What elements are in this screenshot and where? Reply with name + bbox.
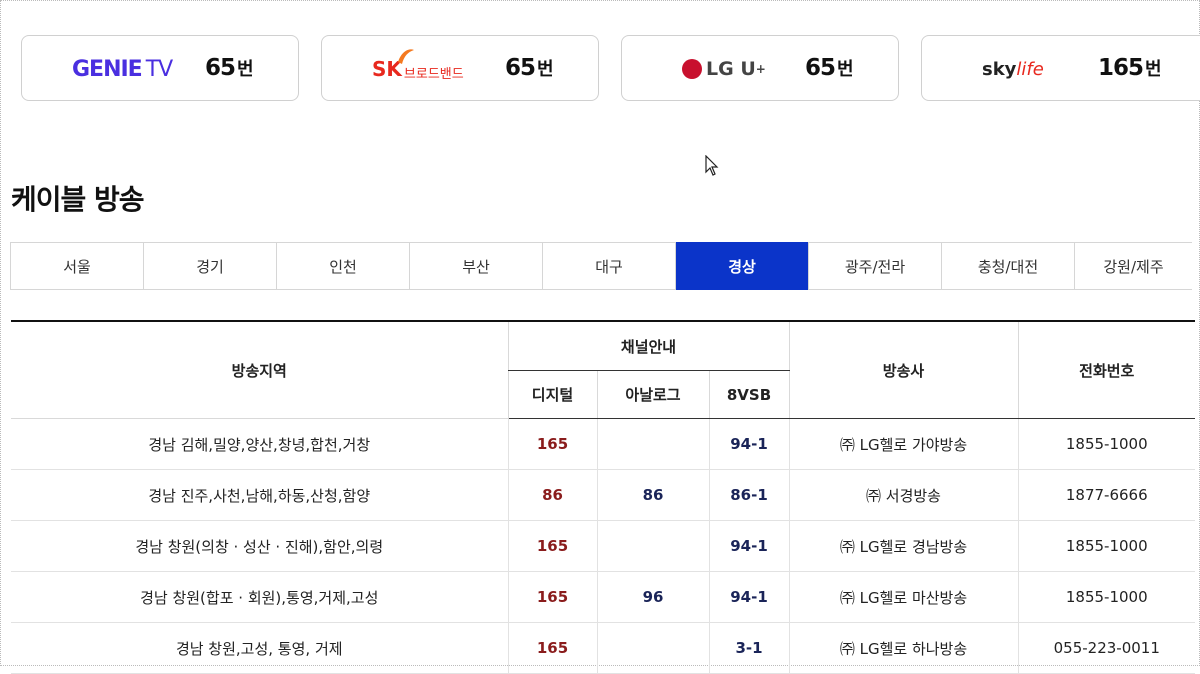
cell-digital: 165 [507, 520, 597, 572]
cell-broadcaster: ㈜ LG헬로 마산방송 [788, 571, 1018, 623]
channel-number: 65 [505, 55, 536, 81]
tab-incheon[interactable]: 인천 [277, 243, 410, 289]
tab-seoul[interactable]: 서울 [11, 243, 144, 289]
lg-uplus-logo: LG U + [682, 56, 766, 82]
channel-unit: 번 [837, 59, 854, 80]
header-phone: 전화번호 [1017, 320, 1195, 419]
sk-logo-wing-icon [398, 49, 414, 64]
channel-table-wrap: 방송지역 채널안내 방송사 전화번호 디지털 아날로그 8VSB 경남 김해,밀… [11, 320, 1195, 674]
skylife-logo: sky life [982, 56, 1044, 82]
channel-unit: 번 [537, 59, 554, 80]
cell-phone: 1855-1000 [1017, 418, 1195, 470]
cell-digital: 165 [507, 571, 597, 623]
table-row: 경남 김해,밀양,양산,창녕,합천,거창 165 94-1 ㈜ LG헬로 가야방… [11, 418, 1195, 470]
cell-broadcaster: ㈜ LG헬로 경남방송 [788, 520, 1018, 572]
skylife-logo-sub: life [1016, 58, 1044, 80]
skylife-logo-text: sky [982, 58, 1017, 80]
tab-gangwon-jeju[interactable]: 강원/제주 [1075, 243, 1192, 289]
cell-phone: 1877-6666 [1017, 469, 1195, 521]
provider-card-lgu[interactable]: LG U + 65 번 [621, 35, 899, 101]
cell-analog [596, 418, 709, 470]
header-8vsb: 8VSB [708, 370, 789, 419]
header-broadcaster: 방송사 [788, 320, 1018, 419]
provider-channel: 65 번 [205, 55, 254, 81]
provider-cards: GENIE TV 65 번 SK 브로드밴드 65 번 LG U + 65 번 sky lif… [21, 35, 1200, 103]
provider-card-sk[interactable]: SK 브로드밴드 65 번 [321, 35, 599, 101]
cell-digital: 86 [507, 469, 597, 521]
header-region: 방송지역 [11, 320, 508, 419]
cell-phone: 1855-1000 [1017, 520, 1195, 572]
provider-channel: 165 번 [1098, 55, 1162, 81]
cell-region: 경남 김해,밀양,양산,창녕,합천,거창 [11, 418, 508, 470]
provider-card-skylife[interactable]: sky life 165 번 [921, 35, 1200, 101]
cell-digital: 165 [507, 418, 597, 470]
tab-daegu[interactable]: 대구 [543, 243, 676, 289]
cell-8vsb: 94-1 [708, 520, 789, 572]
cell-8vsb: 86-1 [708, 469, 789, 521]
table-row: 경남 진주,사천,남해,하동,산청,함양 86 86 86-1 ㈜ 서경방송 1… [11, 469, 1195, 521]
header-channel-group: 채널안내 [507, 320, 789, 371]
cell-region: 경남 진주,사천,남해,하동,산청,함양 [11, 469, 508, 521]
section-title: 케이블 방송 [11, 183, 145, 216]
genie-logo-text: GENIE [72, 56, 143, 82]
channel-unit: 번 [1145, 59, 1162, 80]
cell-broadcaster: ㈜ LG헬로 가야방송 [788, 418, 1018, 470]
cell-8vsb: 94-1 [708, 571, 789, 623]
channel-number: 65 [805, 55, 836, 81]
cell-broadcaster: ㈜ 서경방송 [788, 469, 1018, 521]
genie-tv-logo: GENIE TV [72, 56, 173, 82]
channel-table: 방송지역 채널안내 방송사 전화번호 디지털 아날로그 8VSB 경남 김해,밀… [11, 320, 1195, 674]
provider-channel: 65 번 [505, 55, 554, 81]
region-tabs: 서울 경기 인천 부산 대구 경상 광주/전라 충청/대전 강원/제주 [10, 242, 1192, 290]
genie-logo-sub: TV [145, 56, 173, 82]
cell-analog: 86 [596, 469, 709, 521]
lg-logo-text: LG U [706, 58, 756, 80]
cell-analog [596, 520, 709, 572]
provider-card-genie[interactable]: GENIE TV 65 번 [21, 35, 299, 101]
tab-busan[interactable]: 부산 [410, 243, 543, 289]
channel-unit: 번 [237, 59, 254, 80]
channel-number: 165 [1098, 55, 1144, 81]
tab-gwangju-jeolla[interactable]: 광주/전라 [809, 243, 942, 289]
table-row: 경남 창원(합포 · 회원),통영,거제,고성 165 96 94-1 ㈜ LG… [11, 571, 1195, 623]
header-analog: 아날로그 [596, 370, 709, 419]
header-digital: 디지털 [507, 370, 597, 419]
tab-chungcheong-daejeon[interactable]: 충청/대전 [942, 243, 1075, 289]
cell-analog: 96 [596, 571, 709, 623]
mouse-cursor-icon [705, 155, 719, 176]
cell-8vsb: 94-1 [708, 418, 789, 470]
cell-region: 경남 창원(합포 · 회원),통영,거제,고성 [11, 571, 508, 623]
lg-logo-plus: + [755, 62, 766, 76]
tab-gyeonggi[interactable]: 경기 [144, 243, 277, 289]
sk-broadband-logo: SK 브로드밴드 [372, 49, 464, 82]
channel-number: 65 [205, 55, 236, 81]
tab-gyeongsang[interactable]: 경상 [676, 242, 809, 290]
table-row: 경남 창원(의창 · 성산 · 진해),함안,의령 165 94-1 ㈜ LG헬… [11, 520, 1195, 572]
lg-logo-circle-icon [682, 59, 702, 79]
cell-region: 경남 창원(의창 · 성산 · 진해),함안,의령 [11, 520, 508, 572]
cell-phone: 1855-1000 [1017, 571, 1195, 623]
provider-channel: 65 번 [805, 55, 854, 81]
